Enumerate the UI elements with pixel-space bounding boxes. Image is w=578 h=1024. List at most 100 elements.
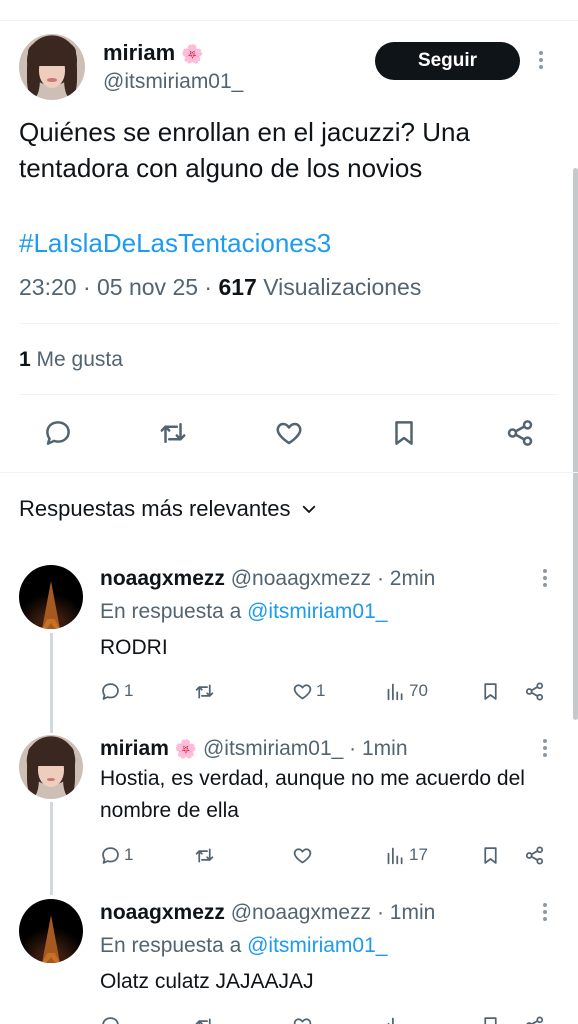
more-options-icon[interactable] (543, 569, 547, 587)
views-icon (387, 847, 403, 864)
reply-count: 1 (124, 845, 134, 864)
reply-count: 1 (124, 681, 134, 700)
post-time: 23:20 · 05 nov 25 · (19, 274, 213, 300)
reply-views-button[interactable] (385, 1012, 406, 1024)
reply-item[interactable]: miriam 🌸 @itsmiriam01_ · 1min Hostia, es… (0, 735, 578, 875)
reply-views-button[interactable]: 70 (385, 678, 428, 704)
reply-text: RODRI (100, 636, 168, 659)
reply-handle: @noaagxmezz · 2min (230, 567, 436, 590)
like-icon (293, 847, 312, 863)
views-icon (387, 683, 403, 700)
chevron-down-icon (303, 505, 316, 513)
reply-bookmark-button[interactable] (480, 678, 501, 704)
reply-header: noaagxmezz @noaagxmezz · 2min (100, 567, 435, 591)
reply-handle: @itsmiriam01_ · 1min (202, 737, 408, 760)
reply-bookmark-button[interactable] (480, 1012, 501, 1024)
mention-link[interactable]: @itsmiriam01_ (247, 934, 387, 957)
reply-reply-button[interactable]: 1 (100, 678, 133, 704)
likes-summary[interactable]: 1 Me gusta (19, 348, 123, 372)
in-reply-prefix: En respuesta a (100, 934, 242, 957)
reply-repost-button[interactable] (194, 1012, 215, 1024)
repost-icon (195, 1018, 211, 1024)
more-options-icon[interactable] (543, 739, 547, 757)
reply-icon (102, 1016, 119, 1024)
reply-author-name[interactable]: noaagxmezz (100, 901, 225, 924)
author-name[interactable]: miriam 🌸 (103, 40, 204, 66)
reply-like-button[interactable] (292, 1012, 313, 1024)
reply-item[interactable]: noaagxmezz @noaagxmezz · 2min En respues… (0, 565, 578, 725)
likes-label: Me gusta (36, 348, 123, 371)
reply-avatar[interactable] (19, 565, 83, 629)
reply-text: Hostia, es verdad, aunque no me acuerdo … (100, 767, 525, 822)
reply-icon[interactable] (38, 413, 78, 453)
views-count: 70 (409, 681, 428, 700)
mention-link[interactable]: @itsmiriam01_ (247, 600, 387, 623)
reply-actions: 1 17 (100, 842, 550, 868)
reply-avatar[interactable] (19, 735, 83, 799)
repost-icon[interactable] (153, 413, 193, 453)
likes-count: 1 (19, 348, 31, 371)
more-options-icon[interactable] (543, 903, 547, 921)
replies-sort-dropdown[interactable]: Respuestas más relevantes (19, 496, 318, 522)
reply-repost-button[interactable] (194, 678, 215, 704)
like-count: 1 (316, 681, 326, 700)
reply-reply-button[interactable]: 1 (100, 842, 133, 868)
reply-share-button[interactable] (524, 1012, 545, 1024)
in-reply-to: En respuesta a @itsmiriam01_ (100, 600, 387, 624)
reply-views-button[interactable]: 17 (385, 842, 428, 868)
bookmark-icon (484, 1016, 497, 1024)
repost-icon (195, 684, 214, 698)
post-text: Quiénes se enrollan en el jacuzzi? Una t… (19, 117, 470, 183)
in-reply-to: En respuesta a @itsmiriam01_ (100, 934, 387, 958)
reply-handle: @noaagxmezz · 1min (230, 901, 436, 924)
reply-repost-button[interactable] (194, 842, 215, 868)
reply-author-name[interactable]: noaagxmezz (100, 567, 225, 590)
reply-share-button[interactable] (524, 842, 545, 868)
divider (19, 323, 559, 324)
reply-like-button[interactable]: 1 (292, 678, 325, 704)
like-icon (293, 683, 312, 699)
reply-icon (102, 682, 119, 700)
flower-emoji: 🌸 (174, 739, 198, 759)
more-options-icon[interactable] (539, 51, 543, 69)
repost-icon (195, 848, 214, 862)
bookmark-icon (484, 846, 497, 864)
follow-button[interactable]: Seguir (375, 42, 520, 80)
top-divider (0, 20, 578, 21)
like-icon (293, 1017, 312, 1024)
reply-text: Olatz culatz JAJAAJAJ (100, 970, 314, 993)
reply-share-button[interactable] (524, 678, 545, 704)
reply-icon (102, 846, 119, 864)
like-icon[interactable] (269, 413, 309, 453)
post-actions (38, 413, 548, 453)
reply-like-button[interactable] (292, 842, 313, 868)
divider (0, 472, 578, 473)
post-meta: 23:20 · 05 nov 25 · 617 Visualizaciones (19, 274, 421, 301)
reply-reply-button[interactable] (100, 1012, 121, 1024)
reply-header: miriam 🌸 @itsmiriam01_ · 1min (100, 737, 408, 761)
reply-avatar[interactable] (19, 899, 83, 963)
flower-emoji: 🌸 (181, 44, 204, 64)
reply-item[interactable]: noaagxmezz @noaagxmezz · 1min En respues… (0, 899, 578, 1024)
author-avatar[interactable] (19, 34, 85, 100)
reply-actions: 1 1 70 (100, 678, 550, 704)
views-count: 17 (409, 845, 428, 864)
share-icon[interactable] (500, 413, 540, 453)
bookmark-icon (484, 682, 497, 700)
divider (19, 394, 559, 395)
sort-label: Respuestas más relevantes (19, 496, 291, 521)
views-icon (387, 1017, 394, 1024)
reply-actions (100, 1012, 550, 1024)
reply-bookmark-button[interactable] (480, 842, 501, 868)
hashtag-link[interactable]: #LaIslaDeLasTentaciones3 (19, 228, 331, 259)
post-header: miriam 🌸 @itsmiriam01_ Seguir (19, 34, 558, 102)
bookmark-icon[interactable] (384, 413, 424, 453)
author-handle[interactable]: @itsmiriam01_ (103, 70, 243, 94)
in-reply-prefix: En respuesta a (100, 600, 242, 623)
views-label: Visualizaciones (263, 274, 422, 300)
reply-header: noaagxmezz @noaagxmezz · 1min (100, 901, 435, 925)
share-icon (525, 681, 544, 701)
author-name-text: miriam (103, 40, 176, 65)
reply-author-name[interactable]: miriam (100, 737, 169, 760)
share-icon (526, 1015, 544, 1024)
